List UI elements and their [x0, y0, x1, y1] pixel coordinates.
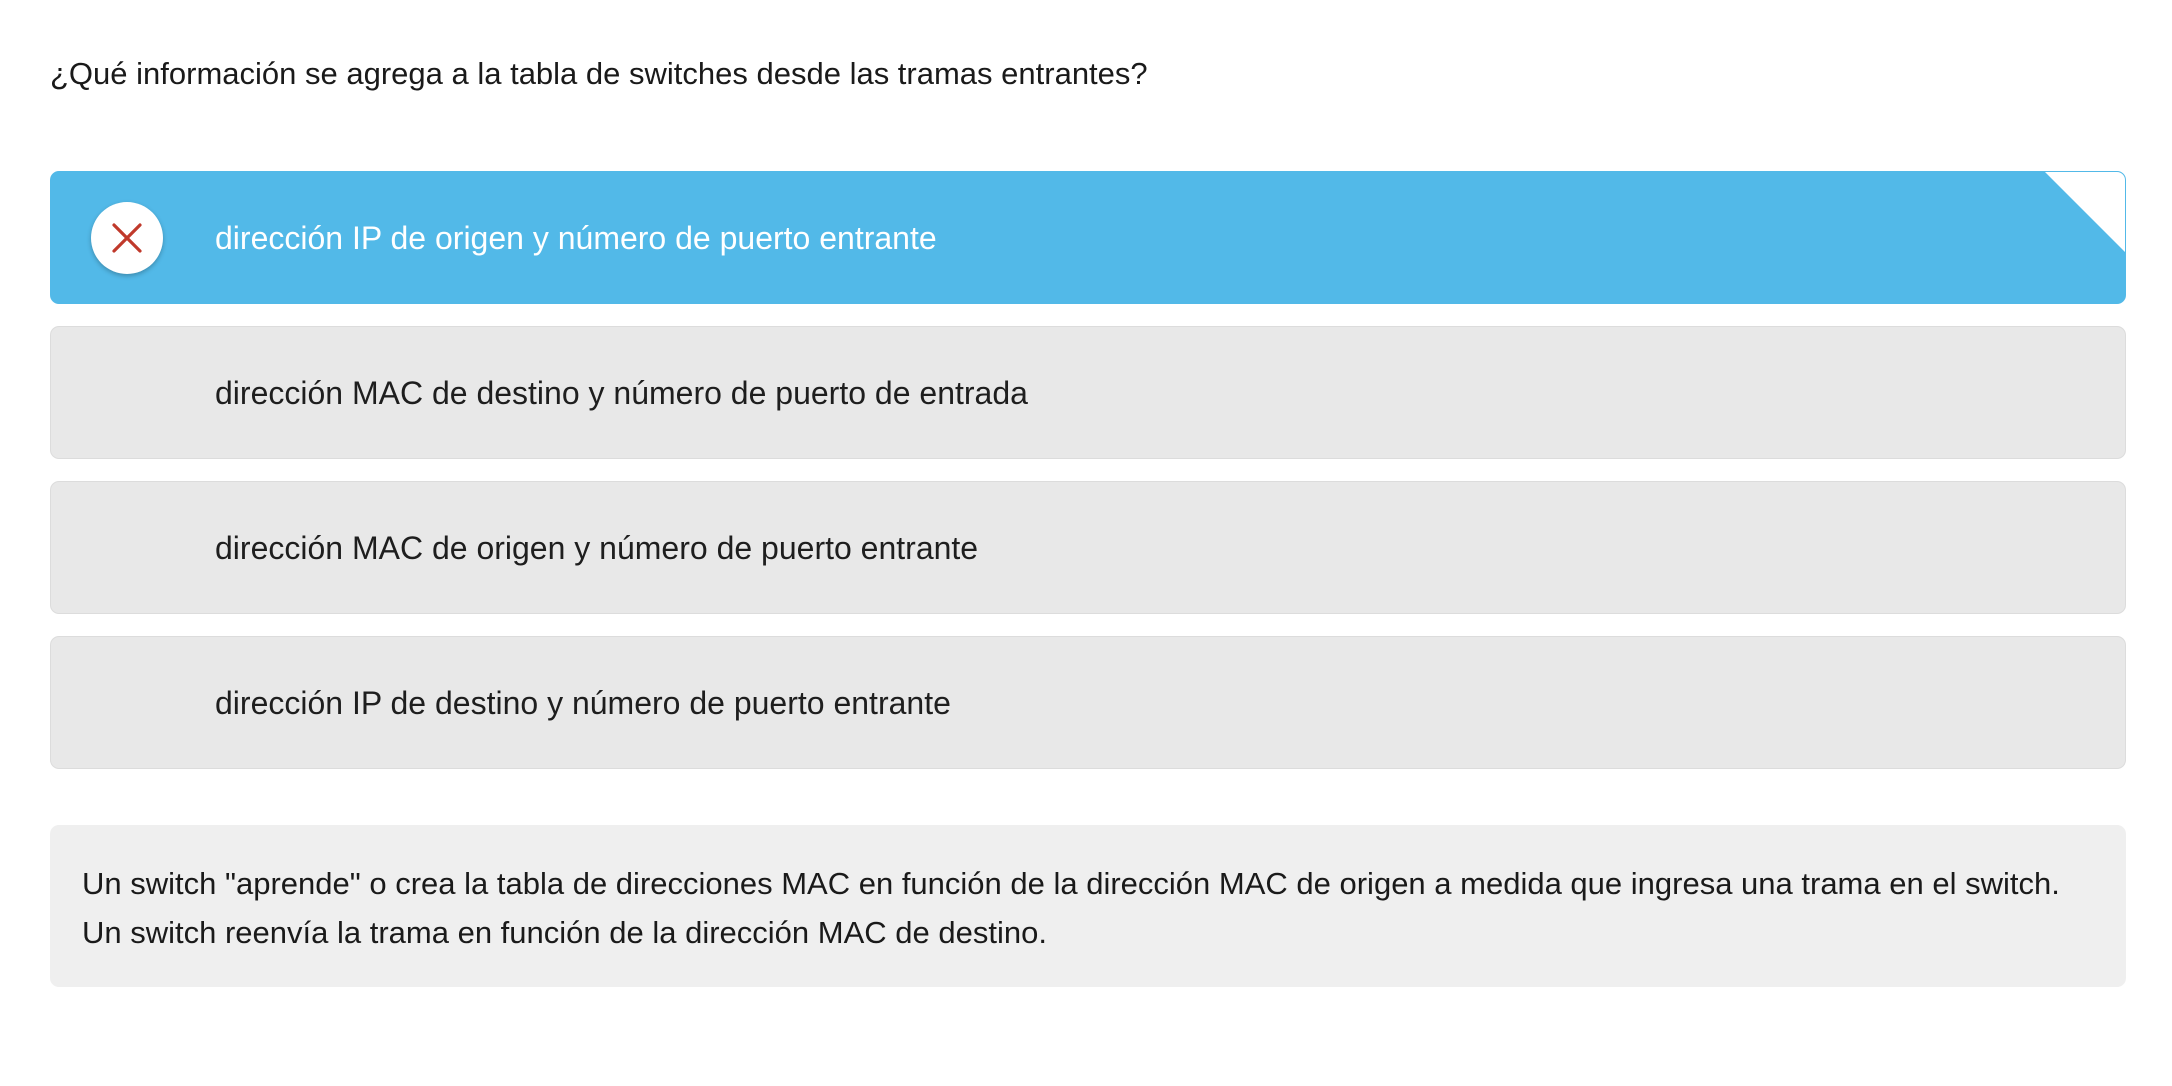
answer-option-4[interactable]: dirección IP de destino y número de puer…: [50, 636, 2126, 769]
answer-option-label: dirección IP de destino y número de puer…: [215, 684, 951, 721]
answer-options: dirección IP de origen y número de puert…: [50, 171, 2126, 791]
answer-option-3[interactable]: dirección MAC de origen y número de puer…: [50, 481, 2126, 614]
selected-corner-fold: [2045, 172, 2125, 252]
answer-option-label: dirección MAC de origen y número de puer…: [215, 529, 979, 566]
feedback-text: Un switch "aprende" o crea la tabla de d…: [82, 866, 2060, 950]
question-text: ¿Qué información se agrega a la tabla de…: [50, 56, 1148, 91]
answer-option-1[interactable]: dirección IP de origen y número de puert…: [50, 171, 2126, 304]
answer-option-label: dirección MAC de destino y número de pue…: [215, 374, 1028, 411]
feedback-panel: Un switch "aprende" o crea la tabla de d…: [50, 825, 2126, 987]
incorrect-mark: [91, 202, 163, 274]
close-icon: [112, 223, 142, 253]
answer-option-label: dirección IP de origen y número de puert…: [215, 219, 937, 256]
answer-option-2[interactable]: dirección MAC de destino y número de pue…: [50, 326, 2126, 459]
